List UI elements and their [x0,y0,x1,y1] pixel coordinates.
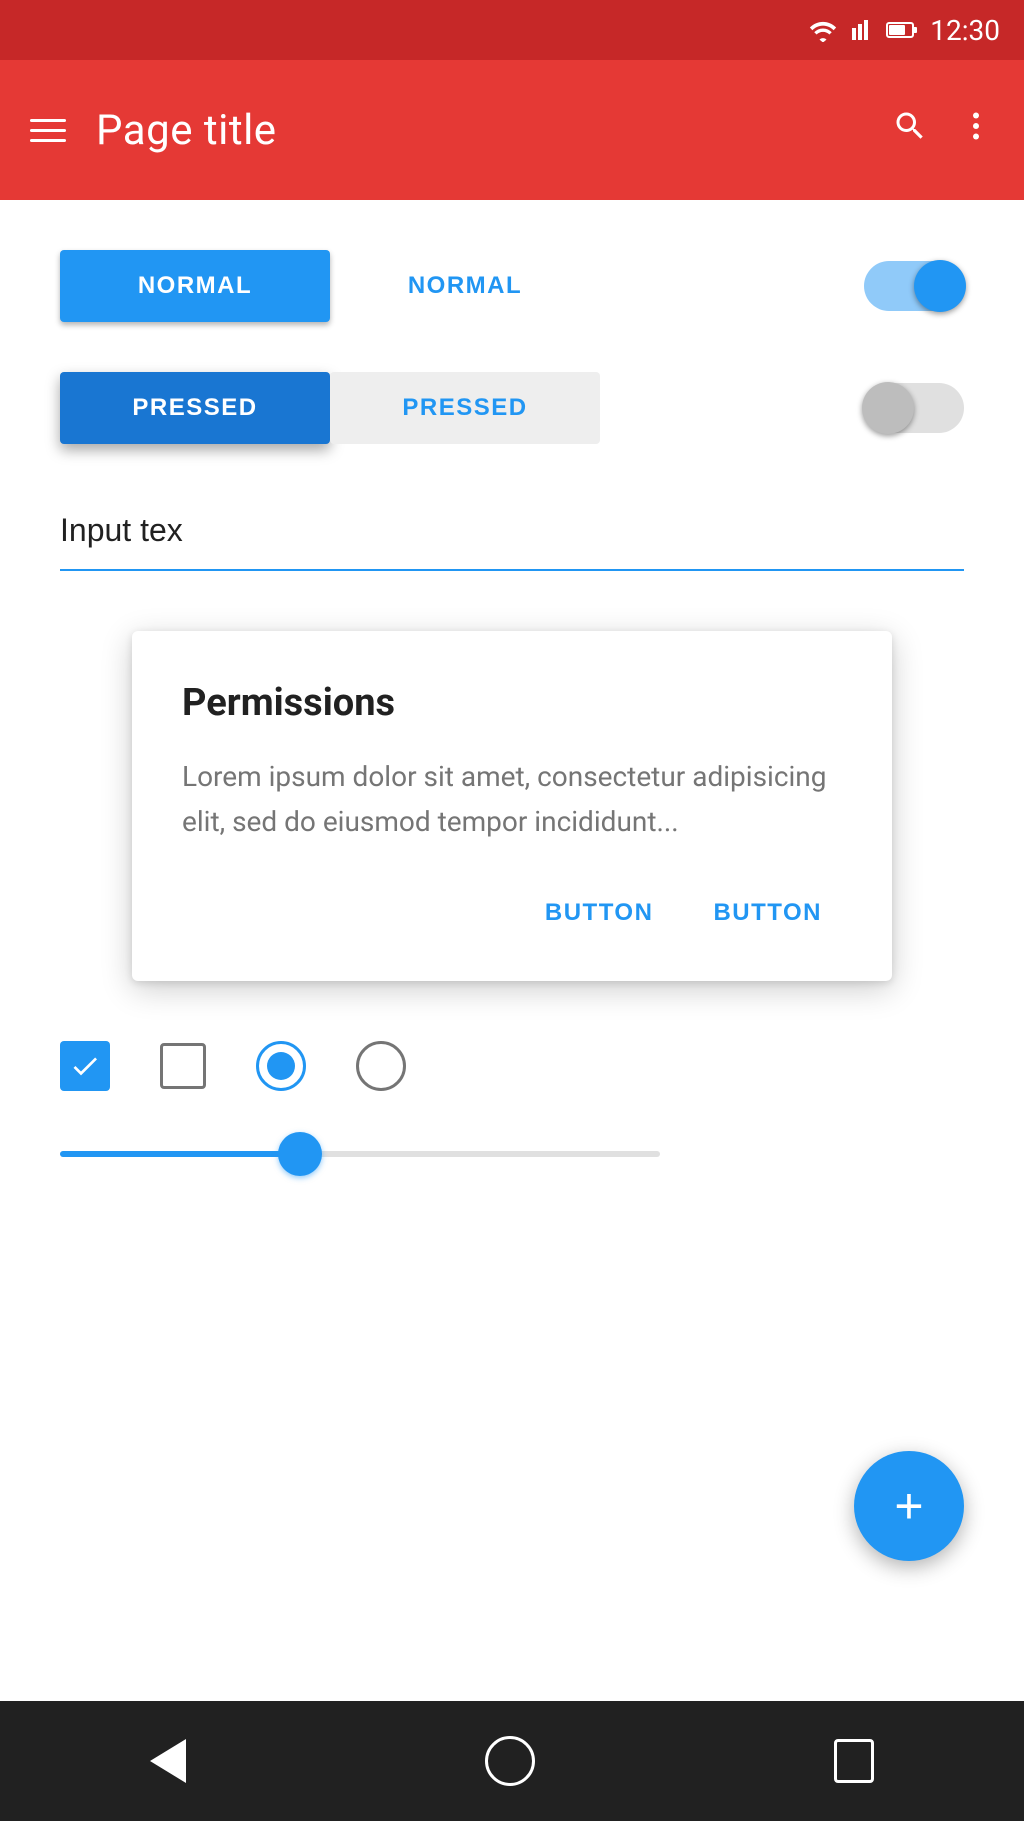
page-title: Page title [96,106,862,155]
toggle-normal[interactable] [864,261,964,311]
radio-checked-inner [267,1052,295,1080]
toggle-normal-container [864,261,964,311]
dialog-actions: BUTTON BUTTON [182,885,842,941]
dialog-section: Permissions Lorem ipsum dolor sit amet, … [60,631,964,981]
checkbox-checked[interactable] [60,1041,110,1091]
dialog-body: Lorem ipsum dolor sit amet, consectetur … [182,755,842,845]
menu-button[interactable] [30,119,66,142]
status-bar: 12:30 [0,0,1024,60]
fab-icon: + [894,1481,923,1531]
dialog-button-1[interactable]: BUTTON [525,885,674,941]
toggle-pressed[interactable] [864,383,964,433]
app-bar-actions [892,108,994,153]
back-icon [150,1739,186,1783]
more-vert-icon [958,108,994,144]
flat-normal-button[interactable]: NORMAL [330,250,600,322]
controls-section [60,1041,964,1091]
fab-button[interactable]: + [854,1451,964,1561]
slider-section [60,1151,964,1157]
menu-line-1 [30,119,66,122]
flat-pressed-button[interactable]: PRESSED [330,372,600,444]
status-icons: 12:30 [808,14,1000,47]
search-button[interactable] [892,108,928,153]
nav-home-button[interactable] [485,1736,535,1786]
slider-track[interactable] [60,1151,660,1157]
status-time: 12:30 [930,14,1000,47]
app-bar: Page title [0,60,1024,200]
battery-icon [886,20,918,40]
raised-pressed-button[interactable]: PRESSED [60,372,330,444]
home-icon [485,1736,535,1786]
radio-unchecked[interactable] [356,1041,406,1091]
toggle-normal-knob [914,260,966,312]
search-icon [892,108,928,144]
dialog-button-2[interactable]: BUTTON [693,885,842,941]
input-section [60,504,964,571]
slider-thumb[interactable] [278,1132,322,1176]
toggle-pressed-knob [862,382,914,434]
recent-icon [834,1739,874,1783]
nav-bar [0,1701,1024,1821]
main-content: NORMAL NORMAL PRESSED PRESSED Permission… [0,200,1024,1701]
signal-icon [850,18,874,42]
menu-line-2 [30,129,66,132]
nav-back-button[interactable] [150,1739,186,1783]
dialog: Permissions Lorem ipsum dolor sit amet, … [132,631,892,981]
pressed-buttons-row: PRESSED PRESSED [60,372,964,444]
toggle-pressed-container [864,383,964,433]
slider-fill [60,1151,300,1157]
menu-line-3 [30,139,66,142]
check-icon [69,1050,101,1082]
normal-buttons-row: NORMAL NORMAL [60,250,964,322]
nav-recent-button[interactable] [834,1739,874,1783]
checkbox-unchecked[interactable] [160,1043,206,1089]
radio-checked[interactable] [256,1041,306,1091]
text-input[interactable] [60,504,964,557]
dialog-title: Permissions [182,681,842,725]
more-button[interactable] [958,108,994,153]
wifi-icon [808,18,838,42]
raised-normal-button[interactable]: NORMAL [60,250,330,322]
